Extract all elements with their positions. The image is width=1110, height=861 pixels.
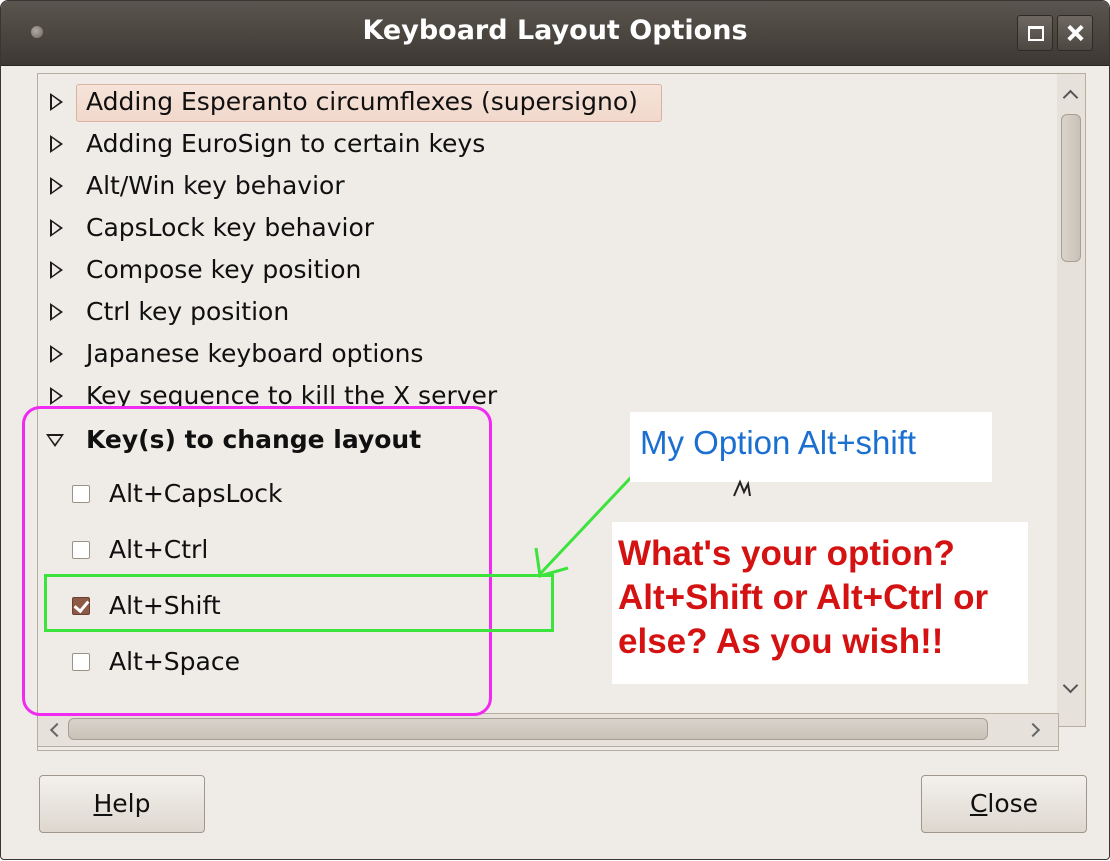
annotation-green-frame	[44, 574, 554, 632]
tree-item-eurosign[interactable]: Adding EuroSign to certain keys	[38, 124, 1018, 164]
vertical-scroll-thumb[interactable]	[1061, 114, 1081, 262]
tree-item-esperanto[interactable]: Adding Esperanto circumflexes (supersign…	[38, 82, 1018, 122]
red-note-line: What's your option?	[618, 534, 955, 573]
expand-arrow-icon[interactable]	[50, 93, 63, 111]
tree-item-japanese[interactable]: Japanese keyboard options	[38, 334, 1018, 374]
red-note-line: Alt+Shift or Alt+Ctrl or	[618, 578, 989, 617]
tree-item-alt-win[interactable]: Alt/Win key behavior	[38, 166, 1018, 206]
horizontal-scroll-thumb[interactable]	[68, 718, 988, 740]
expand-arrow-icon[interactable]	[50, 387, 63, 405]
tree-item-label: Adding EuroSign to certain keys	[86, 129, 486, 158]
annotation-red-note: What's your option? Alt+Shift or Alt+Ctr…	[612, 522, 1028, 684]
window-title: Keyboard Layout Options	[362, 15, 748, 46]
tree-item-compose[interactable]: Compose key position	[38, 250, 1018, 290]
scroll-left-icon[interactable]	[49, 722, 65, 738]
annotation-magenta-frame	[22, 406, 492, 716]
expand-arrow-icon[interactable]	[50, 261, 63, 279]
tree-item-label: Alt/Win key behavior	[86, 171, 345, 200]
mouse-cursor-icon	[733, 479, 751, 497]
help-label: elp	[112, 789, 151, 818]
help-button[interactable]: Help	[39, 775, 205, 833]
title-bar[interactable]: Keyboard Layout Options	[1, 1, 1109, 66]
tree-item-label: CapsLock key behavior	[86, 213, 375, 242]
red-note-line: else? As you wish!!	[618, 622, 944, 661]
help-mnemonic: H	[93, 789, 113, 818]
scroll-right-icon[interactable]	[1025, 722, 1041, 738]
tree-item-capslock[interactable]: CapsLock key behavior	[38, 208, 1018, 248]
close-label: lose	[987, 789, 1039, 818]
close-window-button[interactable]	[1057, 15, 1093, 51]
tree-item-label: Ctrl key position	[86, 297, 290, 326]
vertical-scrollbar[interactable]	[1057, 73, 1086, 727]
close-button[interactable]: Close	[921, 775, 1087, 833]
annotation-blue-note: My Option Alt+shift	[630, 412, 992, 482]
horizontal-scrollbar[interactable]	[37, 713, 1059, 747]
expand-arrow-icon[interactable]	[50, 303, 63, 321]
tree-item-label: Compose key position	[86, 255, 362, 284]
expand-arrow-icon[interactable]	[50, 345, 63, 363]
tree-item-label: Japanese keyboard options	[86, 339, 424, 368]
tree-item-label: Adding Esperanto circumflexes (supersign…	[86, 87, 638, 116]
expand-arrow-icon[interactable]	[50, 177, 63, 195]
tree-item-ctrl[interactable]: Ctrl key position	[38, 292, 1018, 332]
scroll-down-icon[interactable]	[1062, 677, 1079, 694]
scroll-up-icon[interactable]	[1062, 89, 1079, 106]
close-mnemonic: C	[969, 789, 988, 818]
expand-arrow-icon[interactable]	[50, 219, 63, 237]
expand-arrow-icon[interactable]	[50, 135, 63, 153]
maximize-button[interactable]	[1017, 15, 1053, 51]
